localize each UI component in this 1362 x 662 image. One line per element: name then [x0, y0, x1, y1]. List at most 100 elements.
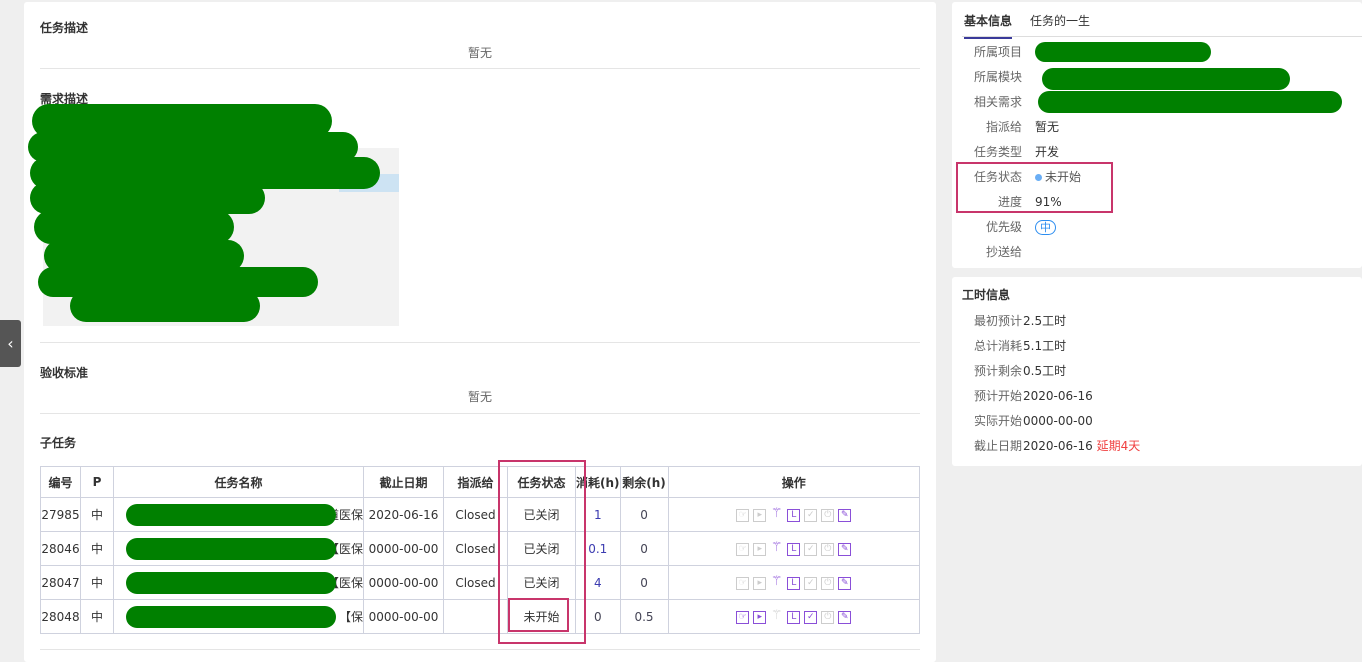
- timer-icon[interactable]: L: [787, 542, 801, 556]
- finish-icon[interactable]: ✓: [804, 542, 818, 556]
- divider: [40, 413, 920, 414]
- redacted-requirement: [1038, 91, 1342, 113]
- play-icon[interactable]: ▸: [753, 576, 767, 590]
- cell-id: 28046: [40, 531, 81, 566]
- info-label: 任务类型: [973, 145, 1022, 159]
- redacted-task-name: [126, 572, 336, 594]
- hours-value: 5.1工时: [1023, 339, 1067, 353]
- redacted-project: [1035, 42, 1211, 62]
- task-detail-panel: 任务描述 暂无 需求描述 验收标准 暂无 子任务 编号 P 任务名称 截止日期 …: [24, 2, 936, 662]
- cell-p: 中: [80, 531, 114, 566]
- table-row: 28047 中【医保 0000-00-00 Closed 已关闭 4 0 ☞ ▸ ⚚ L ✓ ⏻ ✎: [40, 565, 921, 600]
- edit-icon[interactable]: ✎: [838, 542, 852, 556]
- play-icon[interactable]: ▸: [753, 542, 767, 556]
- cell-actions: ☞ ▸ ⚚ L ✓ ⏻ ✎: [667, 531, 921, 566]
- finish-icon[interactable]: ✓: [804, 610, 818, 624]
- table-row: 28048 中【保 0000-00-00 未开始 0 0.5 ☞ ▸ ⚚ L ✓ ⏻ ✎: [40, 599, 921, 634]
- hours-row: 预计剩余 0.5工时: [952, 361, 1362, 381]
- cell-p: 中: [80, 497, 114, 532]
- hours-label: 截止日期: [973, 439, 1022, 453]
- hours-label: 实际开始: [973, 414, 1022, 428]
- hours-row: 预计开始 2020-06-16: [952, 386, 1362, 406]
- info-value: 中: [1035, 217, 1056, 237]
- tab-basic-info[interactable]: 基本信息: [964, 12, 1013, 39]
- info-row: 任务类型 开发: [952, 142, 1362, 162]
- col-deadline: 截止日期: [363, 466, 444, 498]
- hours-value: 2020-06-16: [1023, 389, 1093, 403]
- hours-value: 2020-06-16 延期4天: [1023, 439, 1141, 453]
- redacted-task-name: [126, 606, 336, 628]
- info-label: 所属模块: [973, 70, 1022, 84]
- wand-icon[interactable]: ⚚: [770, 609, 783, 624]
- info-label: 优先级: [985, 220, 1022, 234]
- close-task-icon[interactable]: ⏻: [821, 576, 835, 590]
- wand-icon[interactable]: ⚚: [770, 575, 783, 590]
- col-priority: P: [80, 466, 114, 498]
- wand-icon[interactable]: ⚚: [770, 541, 783, 556]
- cell-name[interactable]: 道医保: [113, 497, 364, 532]
- cell-p: 中: [80, 565, 114, 600]
- cell-actions: ☞ ▸ ⚚ L ✓ ⏻ ✎: [667, 565, 921, 600]
- cell-p: 中: [80, 599, 114, 634]
- close-task-icon[interactable]: ⏻: [821, 610, 835, 624]
- info-value: 暂无: [1035, 120, 1060, 134]
- collapse-sidebar-button[interactable]: ‹: [0, 320, 21, 367]
- timer-icon[interactable]: L: [787, 576, 801, 590]
- cell-left: 0: [619, 565, 669, 600]
- cell-id: 28047: [40, 565, 81, 600]
- wand-icon[interactable]: ⚚: [770, 507, 783, 522]
- info-label: 所属项目: [973, 45, 1022, 59]
- cell-id: 28048: [40, 599, 81, 634]
- cell-name[interactable]: 【保: [113, 599, 364, 634]
- delay-badge: 延期4天: [1096, 439, 1141, 453]
- start-icon[interactable]: ☞: [736, 576, 750, 590]
- finish-icon[interactable]: ✓: [804, 576, 818, 590]
- cell-name[interactable]: 【医保: [113, 565, 364, 600]
- hours-label: 总计消耗: [973, 339, 1022, 353]
- cell-actions: ☞ ▸ ⚚ L ✓ ⏻ ✎: [667, 497, 921, 532]
- tab-task-history[interactable]: 任务的一生: [1030, 12, 1090, 29]
- info-value: 开发: [1035, 145, 1060, 159]
- subtasks-title: 子任务: [40, 436, 77, 450]
- edit-icon[interactable]: ✎: [838, 576, 852, 590]
- finish-icon[interactable]: ✓: [804, 508, 818, 522]
- cell-deadline: 0000-00-00: [363, 565, 444, 600]
- close-task-icon[interactable]: ⏻: [821, 508, 835, 522]
- cell-deadline: 0000-00-00: [363, 599, 444, 634]
- start-icon[interactable]: ☞: [736, 610, 750, 624]
- col-left: 剩余(h): [619, 466, 669, 498]
- hours-row: 最初预计 2.5工时: [952, 311, 1362, 331]
- info-label: 抄送给: [985, 245, 1022, 259]
- timer-icon[interactable]: L: [787, 610, 801, 624]
- edit-icon[interactable]: ✎: [838, 508, 852, 522]
- info-label: 指派给: [985, 120, 1022, 134]
- start-icon[interactable]: ☞: [736, 508, 750, 522]
- cell-left: 0: [619, 531, 669, 566]
- hours-info-panel: 工时信息 最初预计 2.5工时 总计消耗 5.1工时 预计剩余 0.5工时 预计开始 2020…: [952, 277, 1362, 466]
- play-icon[interactable]: ▸: [753, 508, 767, 522]
- hours-row: 实际开始 0000-00-00: [952, 411, 1362, 431]
- redacted-task-name: [126, 504, 336, 526]
- edit-icon[interactable]: ✎: [838, 610, 852, 624]
- col-name: 任务名称: [113, 466, 364, 498]
- chevron-left-icon: ‹: [7, 334, 14, 353]
- info-row: 指派给 暂无: [952, 117, 1362, 137]
- start-icon[interactable]: ☞: [736, 542, 750, 556]
- info-label: 相关需求: [973, 95, 1022, 109]
- tab-divider: [962, 36, 1362, 37]
- close-task-icon[interactable]: ⏻: [821, 542, 835, 556]
- cell-actions: ☞ ▸ ⚚ L ✓ ⏻ ✎: [667, 599, 921, 634]
- priority-badge: 中: [1035, 220, 1056, 235]
- cell-name[interactable]: 【医保: [113, 531, 364, 566]
- cell-deadline: 2020-06-16: [363, 497, 444, 532]
- hours-label: 预计开始: [973, 389, 1022, 403]
- basic-info-panel: 基本信息 任务的一生 所属项目 所属模块 相关需求 指派给 暂无 任务类型 开发 任务状态 未开…: [952, 2, 1362, 268]
- play-icon[interactable]: ▸: [753, 610, 767, 624]
- timer-icon[interactable]: L: [787, 508, 801, 522]
- table-row: 28046 中【医保 0000-00-00 Closed 已关闭 0.1 0 ☞ ▸ ⚚ L ✓ ⏻ ✎: [40, 531, 921, 566]
- divider: [40, 342, 920, 343]
- acceptance-criteria-value: 暂无: [467, 390, 492, 404]
- hours-row: 总计消耗 5.1工时: [952, 336, 1362, 356]
- hours-row: 截止日期 2020-06-16 延期4天: [952, 436, 1362, 456]
- info-row: 优先级中: [952, 217, 1362, 237]
